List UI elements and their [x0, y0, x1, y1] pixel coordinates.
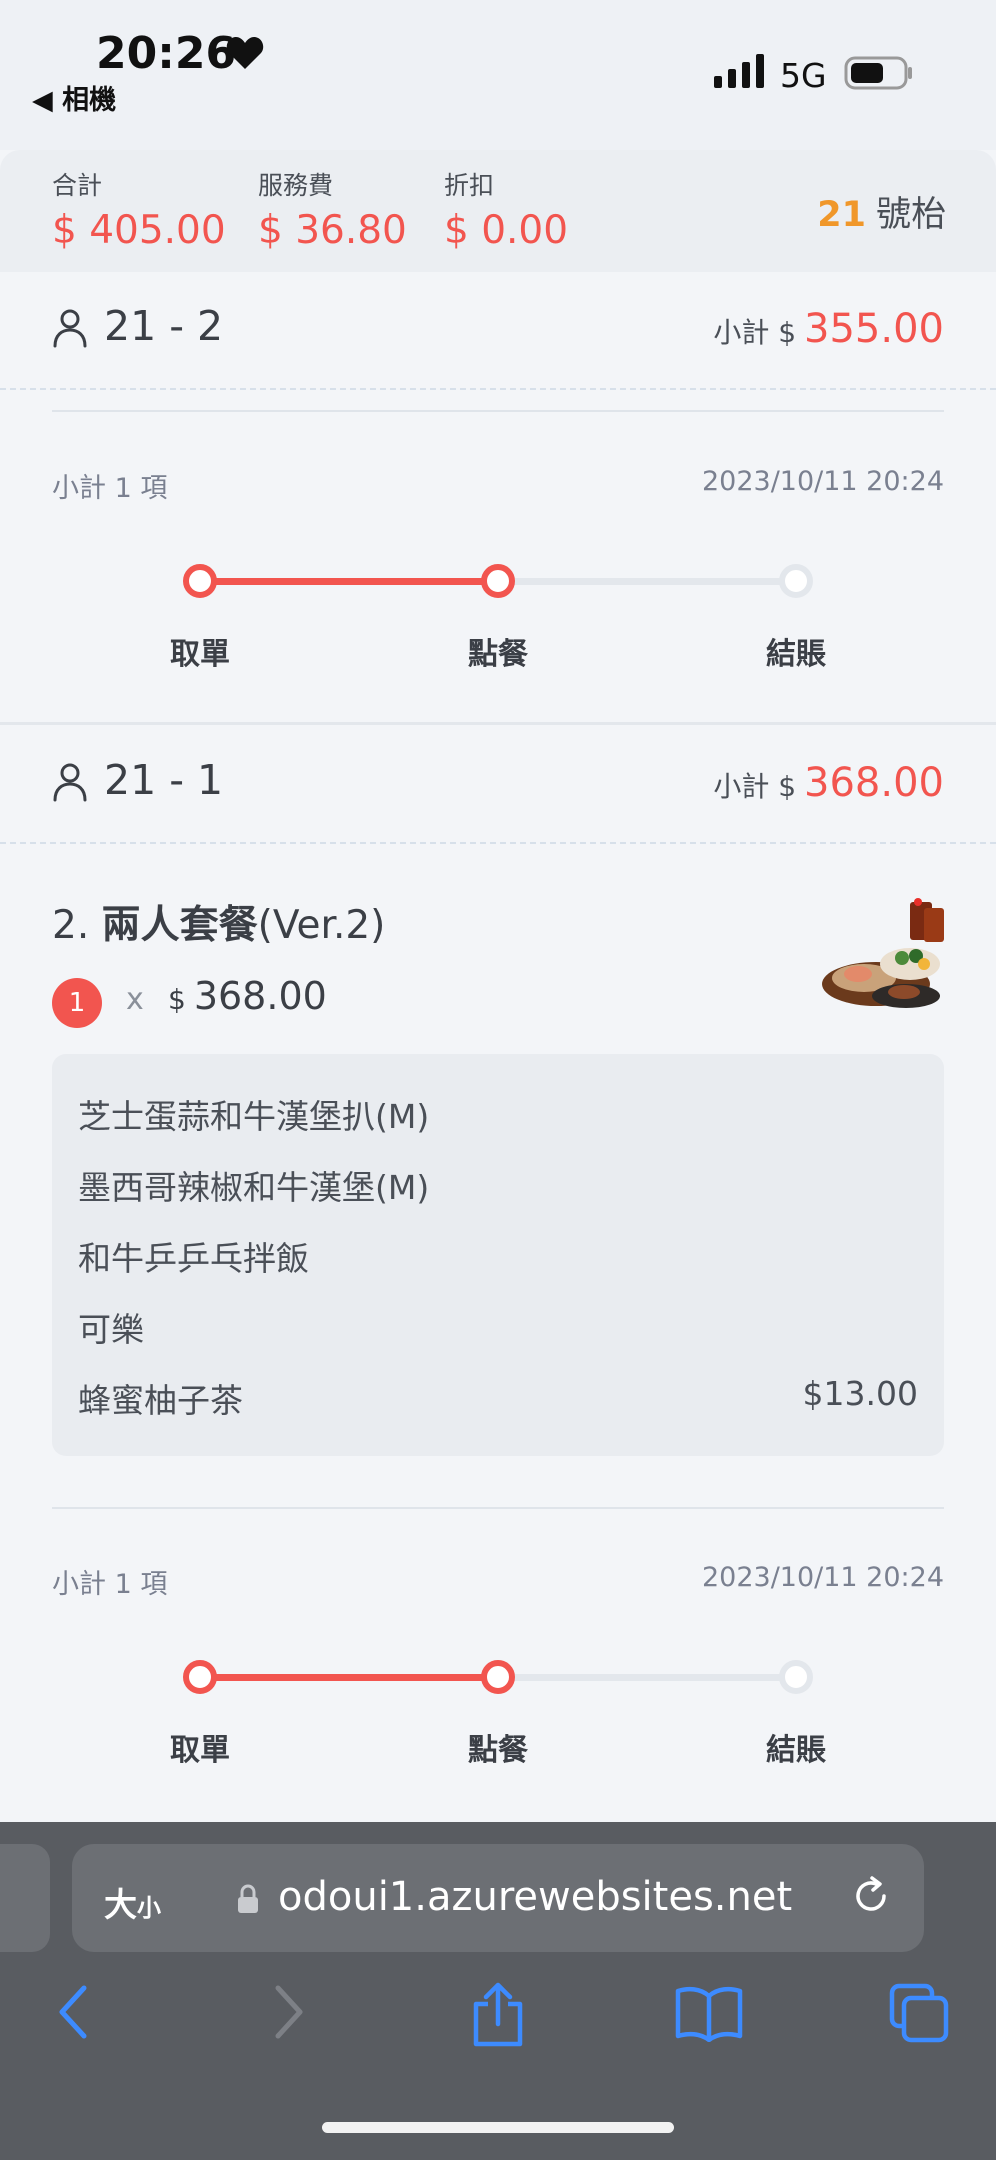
- divider: [52, 410, 944, 412]
- option-price: $13.00: [802, 1374, 918, 1413]
- group-divider: [0, 722, 996, 725]
- seat-group-header[interactable]: 21 - 2 小計 $355.00: [0, 272, 996, 390]
- subtotal-amount: 355.00: [804, 306, 944, 352]
- step-label-take-order: 取單: [170, 637, 230, 672]
- option-item: 芝士蛋蒜和牛漢堡扒(M): [78, 1097, 430, 1136]
- step-label-checkout: 結賬: [766, 1733, 826, 1768]
- item-count: 小計 1 項: [52, 1569, 168, 1600]
- subtotal-label: 小計 $: [713, 770, 797, 803]
- discount-block: 折扣 $ 0.00: [444, 166, 568, 253]
- order-datetime: 2023/10/11 20:24: [701, 1562, 944, 1593]
- item-name: 兩人套餐: [101, 903, 258, 948]
- quantity-badge: 1: [52, 978, 102, 1028]
- item-index: 2.: [52, 903, 90, 948]
- order-summary: 合計 $ 405.00 服務費 $ 36.80 折扣 $ 0.00 21 號枱: [0, 150, 996, 272]
- heart-icon: [226, 37, 264, 69]
- person-icon: [53, 763, 87, 802]
- seat-group-header[interactable]: 21 - 1 小計 $368.00: [0, 726, 996, 844]
- back-to-camera-link[interactable]: ◀ 相機: [32, 78, 116, 117]
- person-icon: [53, 309, 87, 348]
- total-value: $ 405.00: [52, 208, 226, 253]
- service-fee-value: $ 36.80: [258, 208, 407, 253]
- forward-icon[interactable]: [268, 1982, 308, 2042]
- back-icon[interactable]: [54, 1982, 94, 2042]
- option-item: 蜂蜜柚子茶: [78, 1381, 243, 1420]
- divider: [52, 1507, 944, 1509]
- order-progress: 取單 點餐 結賬: [0, 559, 996, 679]
- table-number-suffix: 號枱: [875, 195, 946, 235]
- table-number-value: 21: [817, 195, 866, 235]
- service-fee-block: 服務費 $ 36.80: [258, 166, 407, 253]
- text-size-button[interactable]: 大小: [104, 1878, 161, 1926]
- reload-icon[interactable]: [848, 1874, 894, 1920]
- step-label-checkout: 結賬: [766, 637, 826, 672]
- text-size-small: 小: [137, 1894, 161, 1922]
- text-size-large: 大: [104, 1885, 137, 1924]
- address-bar[interactable]: 大小 odoui1.azurewebsites.net: [72, 1844, 924, 1952]
- total-label: 合計: [52, 171, 103, 200]
- seat-subtotal: 小計 $355.00: [713, 306, 944, 352]
- seat-number: 21 - 1: [104, 756, 224, 804]
- item-title[interactable]: 2. 兩人套餐(Ver.2): [52, 894, 385, 950]
- item-options-panel: 芝士蛋蒜和牛漢堡扒(M) 墨西哥辣椒和牛漢堡(M) 和牛乒乒乓拌飯 可樂 蜂蜜柚…: [52, 1054, 944, 1456]
- item-count: 小計 1 項: [52, 473, 168, 504]
- battery-icon: [844, 56, 912, 90]
- discount-value: $ 0.00: [444, 208, 569, 253]
- order-progress: 取單 點餐 結賬: [0, 1655, 996, 1775]
- option-item: 和牛乒乒乓拌飯: [78, 1239, 309, 1278]
- share-icon[interactable]: [468, 1982, 528, 2048]
- seat-subtotal: 小計 $368.00: [713, 760, 944, 806]
- table-number: 21 號枱: [817, 186, 946, 237]
- step-dot-order: [481, 1660, 515, 1694]
- item-version: (Ver.2): [257, 903, 386, 948]
- subtotal-label: 小計 $: [713, 316, 797, 349]
- total-block: 合計 $ 405.00: [52, 166, 226, 253]
- item-price: $368.00: [168, 974, 327, 1018]
- seat-number: 21 - 2: [104, 302, 224, 350]
- step-dot-order: [481, 564, 515, 598]
- url-text[interactable]: odoui1.azurewebsites.net: [278, 1874, 792, 1920]
- item-price-value: 368.00: [193, 974, 327, 1018]
- progress-fill: [200, 1674, 498, 1681]
- subtotal-amount: 368.00: [804, 760, 944, 806]
- browser-toolbar: 大小 odoui1.azurewebsites.net: [0, 1822, 996, 2160]
- option-item: 墨西哥辣椒和牛漢堡(M): [78, 1168, 430, 1207]
- service-fee-label: 服務費: [258, 171, 334, 200]
- status-bar: 20:26 ◀ 相機 5G: [0, 0, 996, 150]
- signal-icon: [714, 54, 764, 88]
- step-dot-take-order: [183, 1660, 217, 1694]
- bookmarks-icon[interactable]: [674, 1982, 744, 2042]
- previous-tab-peek[interactable]: [0, 1844, 50, 1952]
- lock-icon: [238, 1884, 258, 1913]
- network-type: 5G: [780, 56, 827, 95]
- step-label-take-order: 取單: [170, 1733, 230, 1768]
- discount-label: 折扣: [444, 171, 495, 200]
- step-label-order: 點餐: [468, 1733, 528, 1768]
- step-dot-checkout: [779, 1660, 813, 1694]
- option-item: 可樂: [78, 1310, 144, 1349]
- progress-fill: [200, 578, 498, 585]
- currency-sign: $: [168, 983, 186, 1016]
- step-dot-checkout: [779, 564, 813, 598]
- step-label-order: 點餐: [468, 637, 528, 672]
- set-meal-photo: [822, 898, 944, 1008]
- step-dot-take-order: [183, 564, 217, 598]
- status-time: 20:26: [96, 28, 237, 79]
- home-indicator: [322, 2122, 674, 2133]
- tabs-icon[interactable]: [888, 1982, 950, 2044]
- times-sign: x: [126, 982, 144, 1017]
- order-datetime: 2023/10/11 20:24: [701, 466, 944, 497]
